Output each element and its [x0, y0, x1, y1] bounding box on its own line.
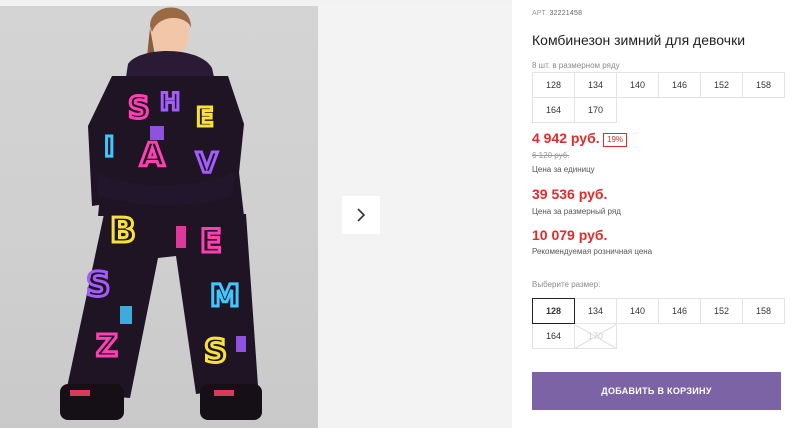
choose-size-label: Выберите размер:	[532, 280, 601, 289]
product-gallery: S H E I A V B E S M Z S	[0, 0, 512, 428]
size-option-158[interactable]: 158	[742, 298, 785, 324]
pack-size-cell: 164	[532, 97, 575, 123]
svg-text:Z: Z	[96, 329, 118, 364]
discount-badge: 19%	[603, 133, 628, 147]
pack-sizes-label: 8 шт. в размерном ряду	[532, 61, 620, 70]
size-option-170: 170	[574, 323, 617, 349]
pack-size-cell: 152	[700, 72, 743, 98]
size-row-price: 39 536 руб.	[532, 186, 608, 202]
svg-text:S: S	[128, 91, 150, 126]
svg-text:I: I	[104, 130, 114, 163]
pack-sizes-grid: 128 134 140 146 152 158 164 170	[532, 72, 785, 123]
svg-text:V: V	[196, 146, 218, 179]
product-title: Комбинезон зимний для девочки	[532, 32, 746, 48]
svg-text:E: E	[200, 222, 222, 260]
add-to-cart-button[interactable]: ДОБАВИТЬ В КОРЗИНУ	[532, 372, 781, 410]
svg-text:E: E	[196, 103, 214, 133]
sku-label: АРТ.	[532, 10, 548, 17]
size-option-146[interactable]: 146	[658, 298, 701, 324]
product-sku: АРТ. 32221458	[532, 10, 582, 17]
retail-price: 10 079 руб.	[532, 227, 608, 243]
size-option-152[interactable]: 152	[700, 298, 743, 324]
pack-size-cell: 134	[574, 72, 617, 98]
product-info-panel: АРТ. 32221458 Комбинезон зимний для дево…	[532, 0, 800, 428]
sku-value: 32221458	[549, 10, 583, 17]
pack-size-cell: 128	[532, 72, 575, 98]
product-photo-image: S H E I A V B E S M Z S	[60, 7, 262, 420]
unit-price: 4 942 руб.	[532, 130, 600, 146]
size-option-128[interactable]: 128	[532, 298, 575, 324]
pack-size-cell: 140	[616, 72, 659, 98]
product-main-photo[interactable]: S H E I A V B E S M Z S	[0, 6, 318, 428]
svg-text:S: S	[86, 265, 111, 305]
size-option-164[interactable]: 164	[532, 323, 575, 349]
chevron-right-icon	[357, 208, 366, 222]
size-row-price-label: Цена за размерный ряд	[532, 207, 621, 216]
svg-text:M: M	[210, 279, 240, 314]
svg-text:H: H	[160, 88, 180, 116]
size-option-134[interactable]: 134	[574, 298, 617, 324]
gallery-next-button[interactable]	[342, 196, 380, 234]
svg-text:S: S	[204, 332, 227, 370]
retail-price-label: Рекомендуемая розничная цена	[532, 247, 653, 256]
svg-text:B: B	[110, 211, 136, 251]
old-price: 6 120 руб.	[532, 151, 570, 160]
pack-size-cell: 170	[574, 97, 617, 123]
pack-size-cell: 158	[742, 72, 785, 98]
pack-size-cell: 146	[658, 72, 701, 98]
unit-price-label: Цена за единицу	[532, 165, 595, 174]
size-option-140[interactable]: 140	[616, 298, 659, 324]
svg-text:A: A	[140, 136, 165, 174]
size-selector: 128 134 140 146 152 158 164 170	[532, 298, 785, 349]
